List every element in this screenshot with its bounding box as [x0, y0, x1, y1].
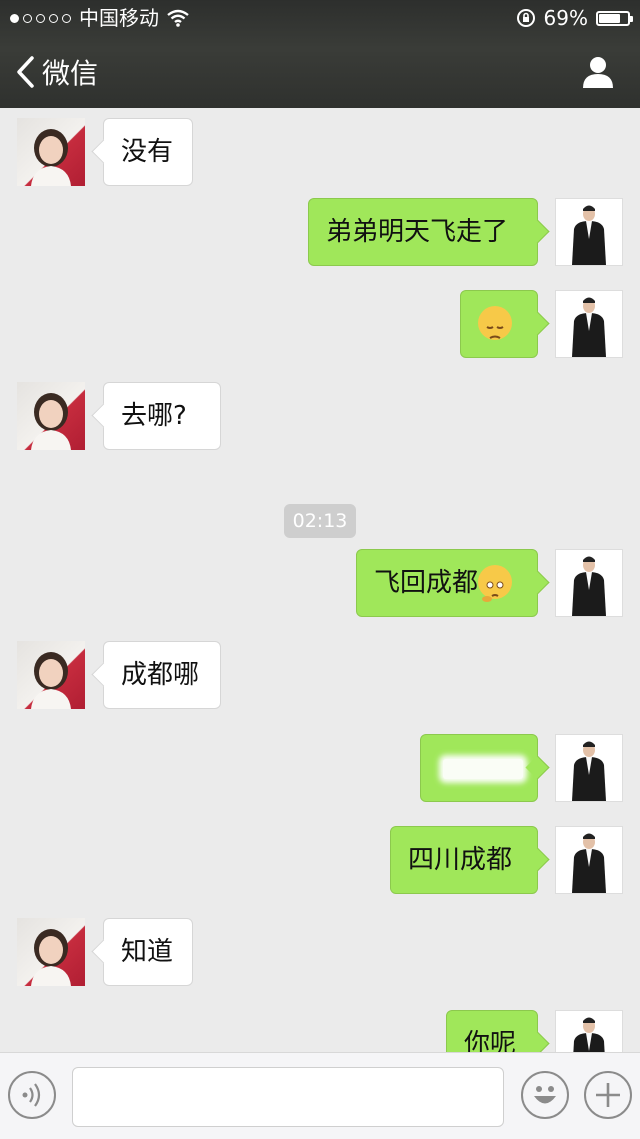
back-label: 微信 — [42, 57, 99, 90]
smiley-icon — [534, 1086, 556, 1104]
my-avatar[interactable] — [555, 826, 623, 894]
signal-strength-icon — [10, 13, 71, 23]
outgoing-message-bubble[interactable]: 弟弟明天飞走了 — [308, 198, 538, 266]
wifi-icon — [167, 9, 189, 27]
status-bar: 中国移动 69% — [0, 0, 640, 36]
timestamp: 02:13 — [284, 504, 356, 538]
back-button[interactable]: 微信 — [14, 50, 98, 94]
message-text: 成都哪 — [121, 660, 200, 690]
chevron-left-icon — [17, 56, 34, 88]
message-text: 你呢 — [464, 1029, 517, 1052]
incoming-message-bubble[interactable]: 去哪? — [103, 382, 221, 450]
outgoing-message-bubble[interactable]: 四川成都 — [390, 826, 538, 894]
more-button[interactable] — [584, 1071, 632, 1119]
nav-bar: 微信 — [0, 36, 640, 108]
battery-percentage: 69% — [543, 6, 588, 30]
incoming-message-bubble[interactable]: 没有 — [103, 118, 193, 186]
my-avatar[interactable] — [555, 290, 623, 358]
outgoing-message-bubble[interactable]: 飞回成都 — [356, 549, 538, 617]
chat-history[interactable]: 没有弟弟明天飞走了去哪? 02:13 飞回成都成都哪四川成都知道你呢 — [0, 108, 640, 1052]
outgoing-message-bubble[interactable]: 你呢 — [446, 1010, 538, 1052]
my-avatar[interactable] — [555, 198, 623, 266]
contact-avatar[interactable] — [17, 641, 85, 709]
my-avatar[interactable] — [555, 734, 623, 802]
contact-profile-icon[interactable] — [580, 54, 616, 90]
message-text: 去哪? — [121, 401, 187, 431]
plus-icon — [596, 1083, 620, 1107]
redacted-content — [443, 759, 523, 779]
message-text: 四川成都 — [408, 845, 513, 875]
incoming-message-bubble[interactable]: 成都哪 — [103, 641, 221, 709]
contact-avatar[interactable] — [17, 118, 85, 186]
voice-icon — [22, 1083, 41, 1107]
outgoing-message-bubble[interactable] — [420, 734, 538, 802]
voice-button[interactable] — [8, 1071, 56, 1119]
emoji-button[interactable] — [521, 1071, 569, 1119]
carrier-name: 中国移动 — [79, 6, 159, 30]
incoming-message-bubble[interactable]: 知道 — [103, 918, 193, 986]
message-text: 没有 — [121, 137, 174, 167]
my-avatar[interactable] — [555, 1010, 623, 1052]
outgoing-message-bubble[interactable] — [460, 290, 538, 358]
message-text: 弟弟明天飞走了 — [326, 217, 509, 247]
contact-avatar[interactable] — [17, 382, 85, 450]
thinking-face-icon — [478, 564, 513, 602]
pensive-face-icon — [478, 305, 512, 340]
rotation-lock-icon — [516, 9, 535, 27]
battery-icon — [596, 10, 633, 26]
message-text: 飞回成都 — [374, 568, 479, 598]
contact-avatar[interactable] — [17, 918, 85, 986]
my-avatar[interactable] — [555, 549, 623, 617]
message-text: 知道 — [121, 937, 174, 967]
input-bar — [0, 1052, 640, 1139]
top-bar: 中国移动 69% 微信 — [0, 0, 640, 108]
message-input[interactable] — [72, 1067, 504, 1127]
